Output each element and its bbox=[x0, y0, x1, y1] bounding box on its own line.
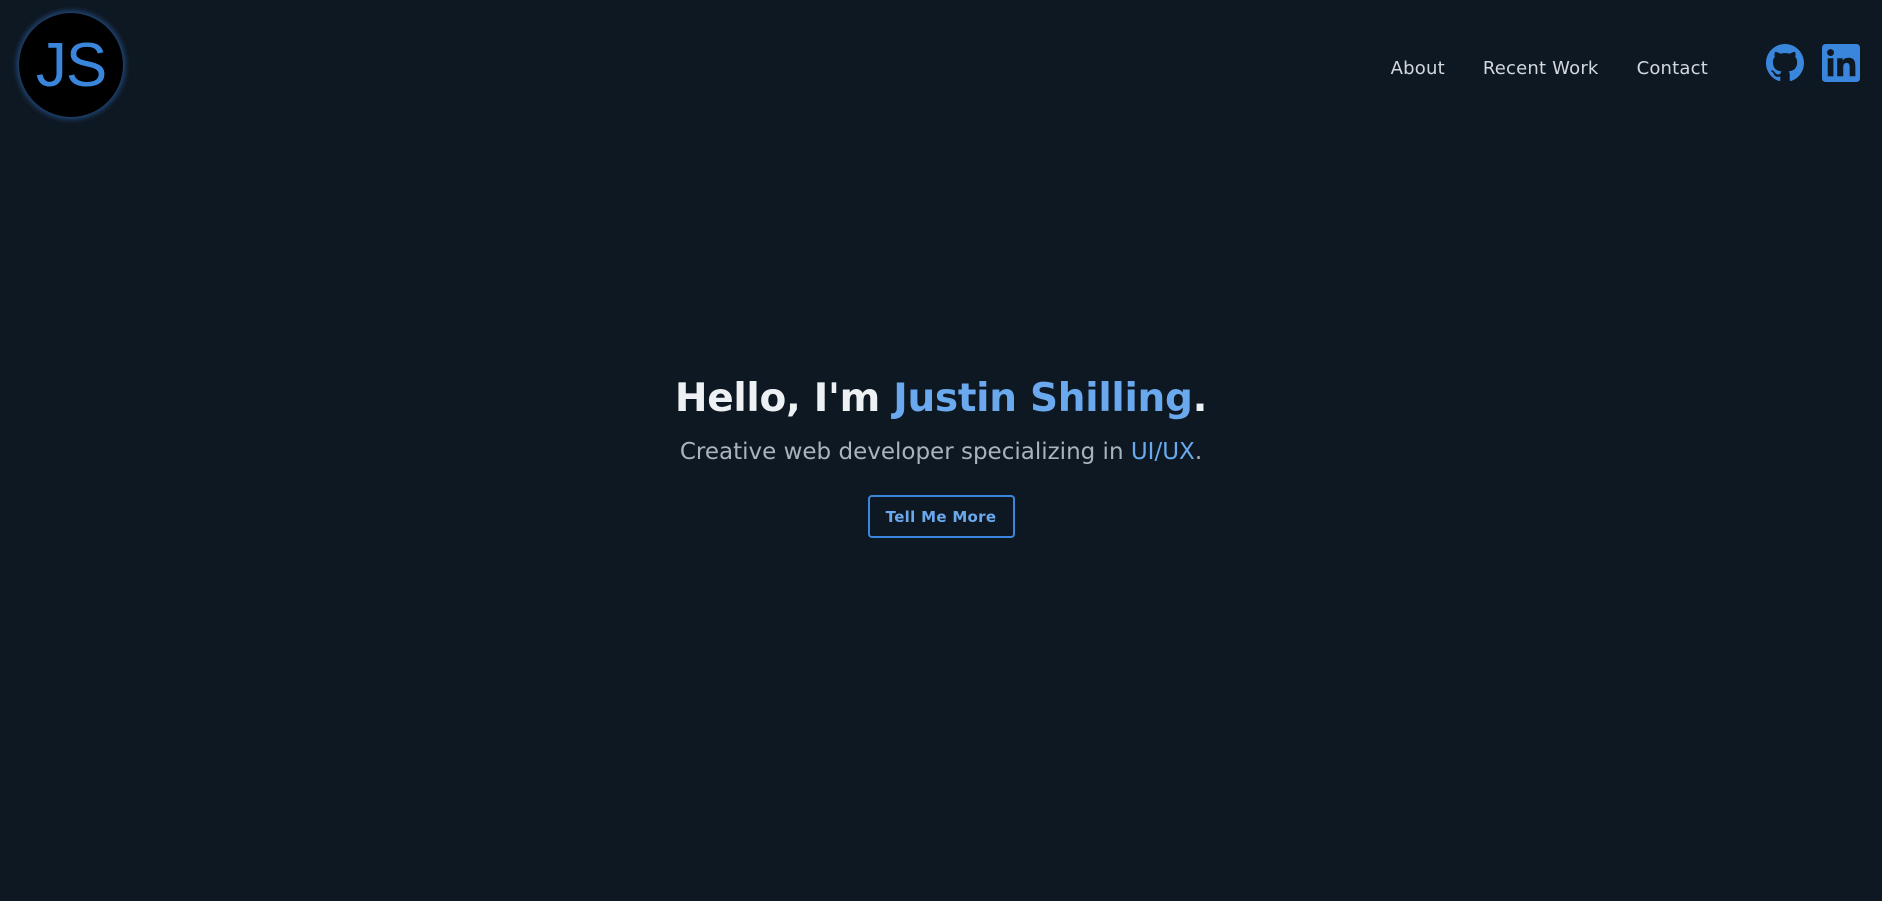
main-nav: About Recent Work Contact bbox=[1391, 58, 1708, 79]
nav-link-contact[interactable]: Contact bbox=[1637, 58, 1708, 79]
hero-tagline: Creative web developer specializing in U… bbox=[0, 439, 1882, 465]
linkedin-icon bbox=[1822, 44, 1860, 82]
linkedin-link[interactable] bbox=[1822, 44, 1860, 82]
github-link[interactable] bbox=[1766, 44, 1804, 82]
nav-link-recent-work[interactable]: Recent Work bbox=[1483, 58, 1599, 79]
hero-name: Justin Shilling bbox=[893, 376, 1193, 421]
tell-me-more-button[interactable]: Tell Me More bbox=[867, 495, 1015, 538]
social-links bbox=[1766, 44, 1860, 82]
page: JS About Recent Work Contact Hello, I'm … bbox=[0, 0, 1882, 901]
hero-greeting-end: . bbox=[1192, 376, 1208, 421]
logo-text: JS bbox=[35, 31, 107, 100]
hero-tagline-prefix: Creative web developer specializing in bbox=[679, 439, 1131, 465]
hero-tagline-end: . bbox=[1194, 439, 1203, 465]
hero-greeting: Hello, I'm bbox=[674, 376, 894, 421]
logo-link[interactable]: JS bbox=[19, 13, 123, 117]
hero-tagline-accent: UI/UX bbox=[1130, 439, 1195, 465]
hero-heading: Hello, I'm Justin Shilling. bbox=[0, 376, 1882, 421]
github-icon bbox=[1766, 44, 1804, 82]
nav-link-about[interactable]: About bbox=[1391, 58, 1445, 79]
hero-section: Hello, I'm Justin Shilling. Creative web… bbox=[0, 376, 1882, 538]
